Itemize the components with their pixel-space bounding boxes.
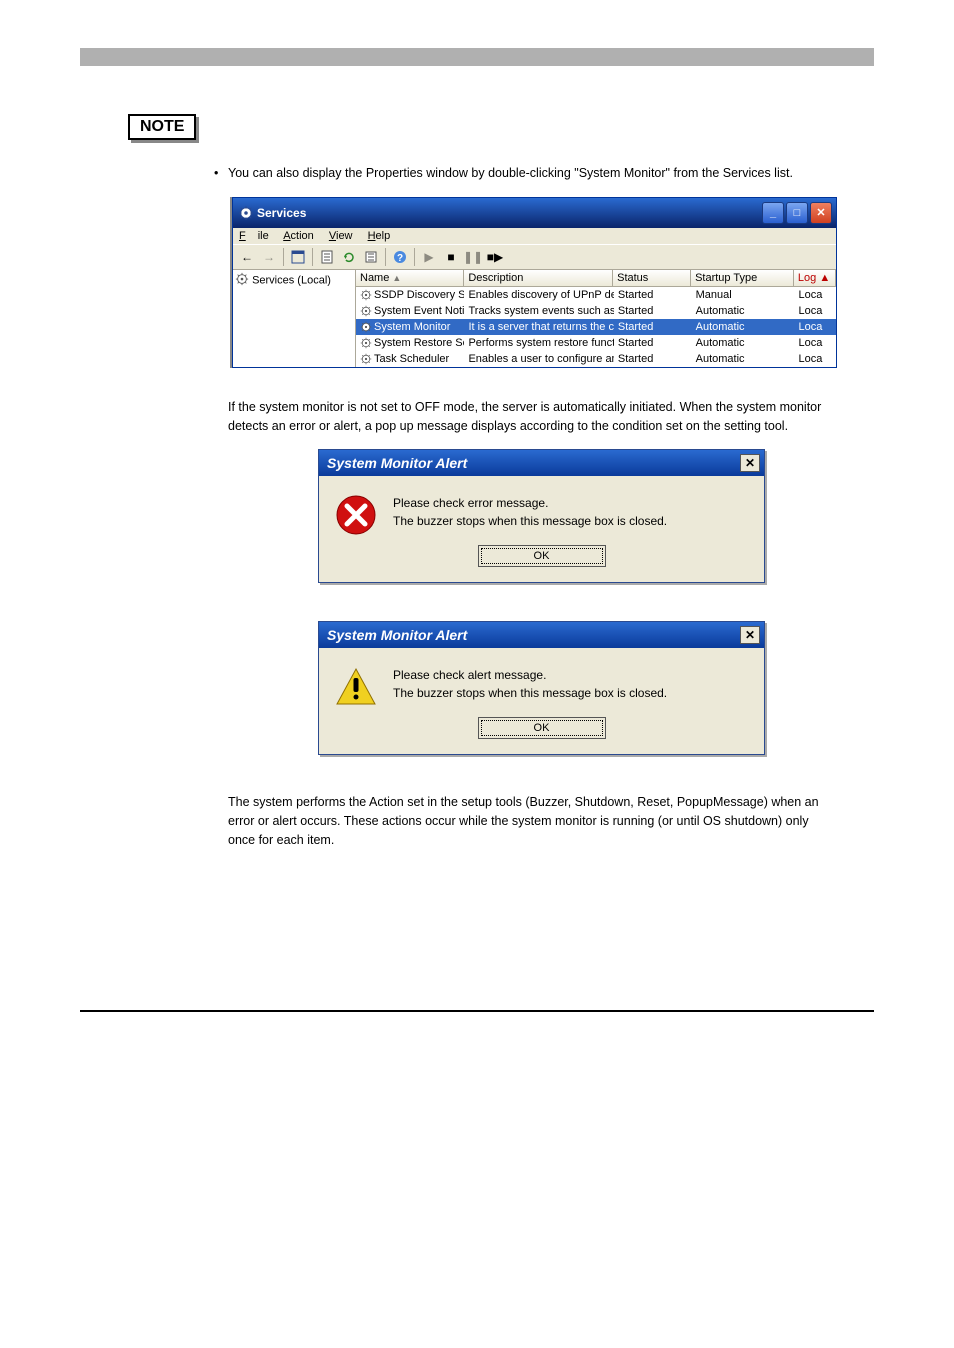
svg-text:?: ? — [397, 253, 403, 264]
warning-icon — [335, 666, 377, 708]
services-tree-pane: Services (Local) — [233, 270, 356, 367]
tree-root-label[interactable]: Services (Local) — [252, 274, 331, 286]
forward-icon[interactable]: → — [259, 247, 279, 267]
alert-error-title[interactable]: System Monitor Alert ✕ — [319, 450, 764, 476]
services-title: Services — [257, 206, 306, 220]
refresh-icon[interactable] — [339, 247, 359, 267]
alert-error-window: System Monitor Alert ✕ Please check erro… — [318, 449, 765, 583]
alert-error-text: Please check error message. The buzzer s… — [393, 494, 667, 530]
table-row[interactable]: System Restore Ser...Performs system res… — [356, 335, 836, 351]
stop-icon[interactable]: ■ — [441, 247, 461, 267]
minimize-button[interactable]: _ — [762, 202, 784, 224]
col-description[interactable]: Description — [464, 270, 613, 286]
up-icon[interactable] — [288, 247, 308, 267]
services-icon — [239, 206, 253, 220]
alert-warning-window: System Monitor Alert ✕ Please check aler… — [318, 621, 765, 755]
menu-file[interactable]: File — [239, 230, 269, 242]
pause-icon[interactable]: ❚❚ — [463, 247, 483, 267]
table-row[interactable]: Task SchedulerEnables a user to configur… — [356, 351, 836, 367]
services-toolbar: ← → ? ▶ ■ ❚❚ ■▶ — [233, 244, 836, 270]
alert-warning-title[interactable]: System Monitor Alert ✕ — [319, 622, 764, 648]
play-icon[interactable]: ▶ — [419, 247, 439, 267]
menu-action[interactable]: Action — [283, 230, 314, 242]
col-startup-type[interactable]: Startup Type — [691, 270, 794, 286]
ok-button[interactable]: OK — [481, 548, 603, 564]
table-row[interactable]: System Event Notifi...Tracks system even… — [356, 303, 836, 319]
restart-icon[interactable]: ■▶ — [485, 247, 505, 267]
close-button[interactable]: ✕ — [810, 202, 832, 224]
close-icon[interactable]: ✕ — [740, 454, 760, 472]
error-icon — [335, 494, 377, 536]
note-text-1: You can also display the Properties wind… — [228, 164, 834, 183]
services-titlebar[interactable]: Services _ □ ✕ — [233, 198, 836, 228]
menu-help[interactable]: Help — [368, 230, 391, 242]
col-log[interactable]: Log ▲ — [794, 270, 836, 286]
ok-button[interactable]: OK — [481, 720, 603, 736]
back-icon[interactable]: ← — [237, 247, 257, 267]
services-list-pane: Name ▲ Description Status Startup Type L… — [356, 270, 836, 367]
services-column-headers[interactable]: Name ▲ Description Status Startup Type L… — [356, 270, 836, 287]
alert-warning-text: Please check alert message. The buzzer s… — [393, 666, 667, 702]
footer-rule — [80, 1010, 874, 1014]
gear-icon — [235, 277, 252, 289]
services-rows: SSDP Discovery Ser...Enables discovery o… — [356, 287, 836, 367]
col-name[interactable]: Name ▲ — [356, 270, 464, 286]
services-window: Services _ □ ✕ File Action View Help ← →… — [232, 197, 837, 368]
table-row[interactable]: System MonitorIt is a server that return… — [356, 319, 836, 335]
maximize-button[interactable]: □ — [786, 202, 808, 224]
properties-icon[interactable] — [317, 247, 337, 267]
menu-view[interactable]: View — [329, 230, 353, 242]
close-icon[interactable]: ✕ — [740, 626, 760, 644]
help-icon[interactable]: ? — [390, 247, 410, 267]
page-header-bar — [80, 48, 874, 66]
table-row[interactable]: SSDP Discovery Ser...Enables discovery o… — [356, 287, 836, 303]
note-label: NOTE — [128, 114, 196, 140]
col-status[interactable]: Status — [613, 270, 691, 286]
intro-paragraph: If the system monitor is not set to OFF … — [228, 398, 834, 436]
services-menubar: File Action View Help — [233, 228, 836, 244]
bottom-paragraph: The system performs the Action set in th… — [228, 793, 834, 849]
export-icon[interactable] — [361, 247, 381, 267]
